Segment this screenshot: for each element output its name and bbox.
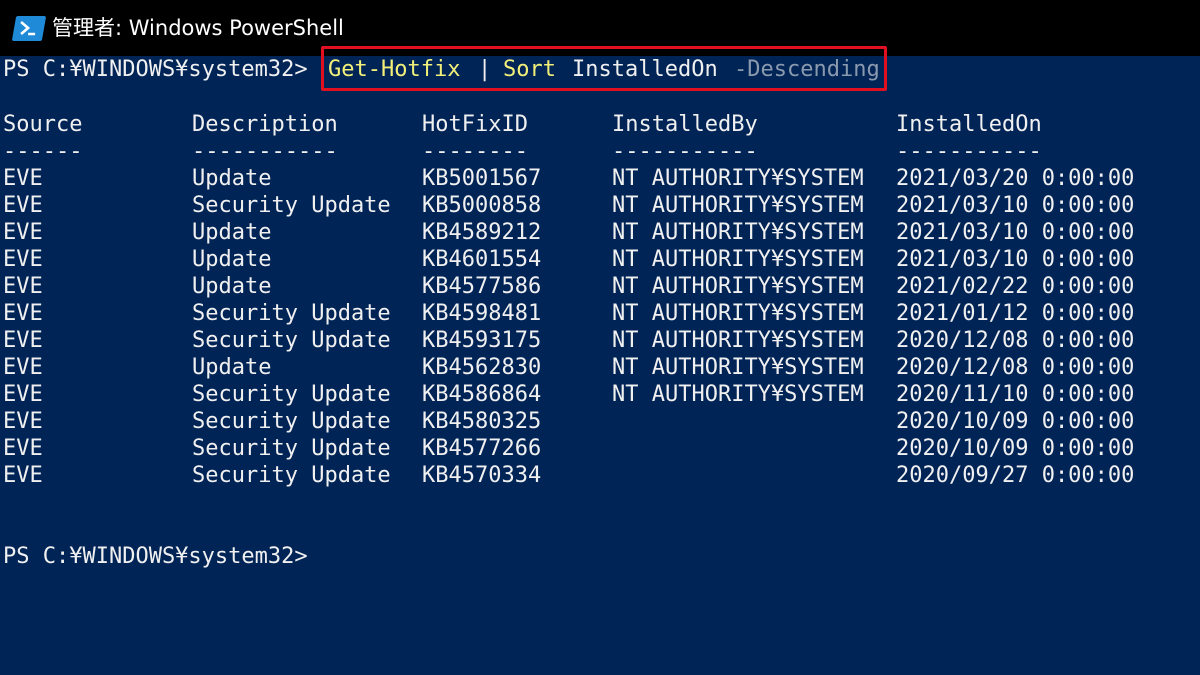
underline-source: ------	[3, 139, 83, 164]
cell-hotfixid: KB4601554	[422, 247, 542, 272]
cell-installedon: 2020/10/09 0:00:00	[896, 409, 1135, 434]
cell-installedby: NT AUTHORITY¥SYSTEM	[612, 220, 864, 245]
underline-installedon: -----------	[896, 139, 1042, 164]
command-token-property: InstalledOn	[572, 57, 718, 82]
table-header-underline: ------ ----------- -------- ----------- …	[3, 138, 1042, 165]
cell-source: EVE	[3, 274, 43, 299]
final-prompt: PS C:¥WINDOWS¥system32>	[3, 544, 308, 569]
underline-hotfixid: --------	[422, 139, 528, 164]
cell-source: EVE	[3, 166, 43, 191]
cell-installedby: NT AUTHORITY¥SYSTEM	[612, 166, 864, 191]
cell-description: Security Update	[192, 436, 391, 461]
cell-installedon: 2020/12/08 0:00:00	[896, 355, 1135, 380]
cell-description: Security Update	[192, 193, 391, 218]
cell-description: Security Update	[192, 328, 391, 353]
cell-installedby: NT AUTHORITY¥SYSTEM	[612, 274, 864, 299]
cell-source: EVE	[3, 463, 43, 488]
cell-description: Update	[192, 274, 272, 299]
table-row: EVE Update KB5001567 NT AUTHORITY¥SYSTEM…	[3, 165, 1134, 192]
table-row: EVE Update KB4562830 NT AUTHORITY¥SYSTEM…	[3, 354, 1134, 381]
cell-source: EVE	[3, 409, 43, 434]
cell-installedon: 2020/10/09 0:00:00	[896, 436, 1135, 461]
cell-installedon: 2021/03/20 0:00:00	[896, 166, 1135, 191]
cell-installedby: NT AUTHORITY¥SYSTEM	[612, 382, 864, 407]
cell-description: Security Update	[192, 463, 391, 488]
header-description: Description	[192, 112, 338, 137]
cell-hotfixid: KB4570334	[422, 463, 542, 488]
cell-installedon: 2021/01/12 0:00:00	[896, 301, 1135, 326]
powershell-window: 管理者: Windows PowerShell PS C:¥WINDOWS¥sy…	[0, 0, 1200, 675]
cell-source: EVE	[3, 382, 43, 407]
final-prompt-line[interactable]: PS C:¥WINDOWS¥system32>	[3, 543, 308, 570]
cell-hotfixid: KB5001567	[422, 166, 542, 191]
header-installedon: InstalledOn	[896, 112, 1042, 137]
cell-source: EVE	[3, 301, 43, 326]
cell-installedon: 2021/03/10 0:00:00	[896, 247, 1135, 272]
underline-installedby: -----------	[612, 139, 758, 164]
cell-installedby: NT AUTHORITY¥SYSTEM	[612, 247, 864, 272]
cell-description: Update	[192, 247, 272, 272]
table-row: EVE Security Update KB4580325 2020/10/09…	[3, 408, 1134, 435]
header-hotfixid: HotFixID	[422, 112, 528, 137]
cell-hotfixid: KB4593175	[422, 328, 542, 353]
cell-hotfixid: KB4562830	[422, 355, 542, 380]
cell-installedby: NT AUTHORITY¥SYSTEM	[612, 193, 864, 218]
cell-hotfixid: KB4598481	[422, 301, 542, 326]
cell-installedon: 2021/03/10 0:00:00	[896, 220, 1135, 245]
command-token-sort: Sort	[503, 57, 556, 82]
cell-description: Update	[192, 166, 272, 191]
cell-installedon: 2021/02/22 0:00:00	[896, 274, 1135, 299]
command-token-cmdlet: Get-Hotfix	[328, 57, 461, 82]
table-row: EVE Security Update KB4598481 NT AUTHORI…	[3, 300, 1134, 327]
cell-hotfixid: KB4589212	[422, 220, 542, 245]
cell-source: EVE	[3, 193, 43, 218]
cell-description: Update	[192, 220, 272, 245]
cell-description: Security Update	[192, 382, 391, 407]
cell-source: EVE	[3, 220, 43, 245]
command-token-parameter: -Descending	[734, 57, 880, 82]
cell-source: EVE	[3, 328, 43, 353]
cell-description: Update	[192, 355, 272, 380]
cell-source: EVE	[3, 355, 43, 380]
table-row: EVE Security Update KB4570334 2020/09/27…	[3, 462, 1134, 489]
cell-source: EVE	[3, 247, 43, 272]
table-row: EVE Security Update KB4586864 NT AUTHORI…	[3, 381, 1134, 408]
cell-installedby: NT AUTHORITY¥SYSTEM	[612, 328, 864, 353]
cell-installedon: 2021/03/10 0:00:00	[896, 193, 1135, 218]
cell-description: Security Update	[192, 301, 391, 326]
cell-installedon: 2020/09/27 0:00:00	[896, 463, 1135, 488]
cell-hotfixid: KB4580325	[422, 409, 542, 434]
command-line: PS C:¥WINDOWS¥system32> Get-Hotfix | Sor…	[3, 46, 887, 91]
cell-hotfixid: KB5000858	[422, 193, 542, 218]
console-area[interactable]: PS C:¥WINDOWS¥system32> Get-Hotfix | Sor…	[0, 46, 1200, 675]
powershell-icon	[11, 16, 47, 41]
cell-installedby: NT AUTHORITY¥SYSTEM	[612, 355, 864, 380]
underline-description: -----------	[192, 139, 338, 164]
command-token-pipe: |	[478, 57, 492, 82]
cell-description: Security Update	[192, 409, 391, 434]
table-row: EVE Security Update KB5000858 NT AUTHORI…	[3, 192, 1134, 219]
header-installedby: InstalledBy	[612, 112, 758, 137]
cell-installedon: 2020/12/08 0:00:00	[896, 328, 1135, 353]
table-row: EVE Update KB4577586 NT AUTHORITY¥SYSTEM…	[3, 273, 1134, 300]
table-row: EVE Update KB4601554 NT AUTHORITY¥SYSTEM…	[3, 246, 1134, 273]
table-header-row: Source Description HotFixID InstalledBy …	[3, 111, 1042, 138]
table-row: EVE Update KB4589212 NT AUTHORITY¥SYSTEM…	[3, 219, 1134, 246]
cell-hotfixid: KB4577586	[422, 274, 542, 299]
header-source: Source	[3, 112, 83, 137]
cell-installedon: 2020/11/10 0:00:00	[896, 382, 1135, 407]
table-row: EVE Security Update KB4593175 NT AUTHORI…	[3, 327, 1134, 354]
prompt-text: PS C:¥WINDOWS¥system32>	[3, 57, 308, 82]
cell-installedby: NT AUTHORITY¥SYSTEM	[612, 301, 864, 326]
cell-hotfixid: KB4577266	[422, 436, 542, 461]
table-row: EVE Security Update KB4577266 2020/10/09…	[3, 435, 1134, 462]
window-title: 管理者: Windows PowerShell	[52, 16, 344, 40]
cell-source: EVE	[3, 436, 43, 461]
cell-hotfixid: KB4586864	[422, 382, 542, 407]
